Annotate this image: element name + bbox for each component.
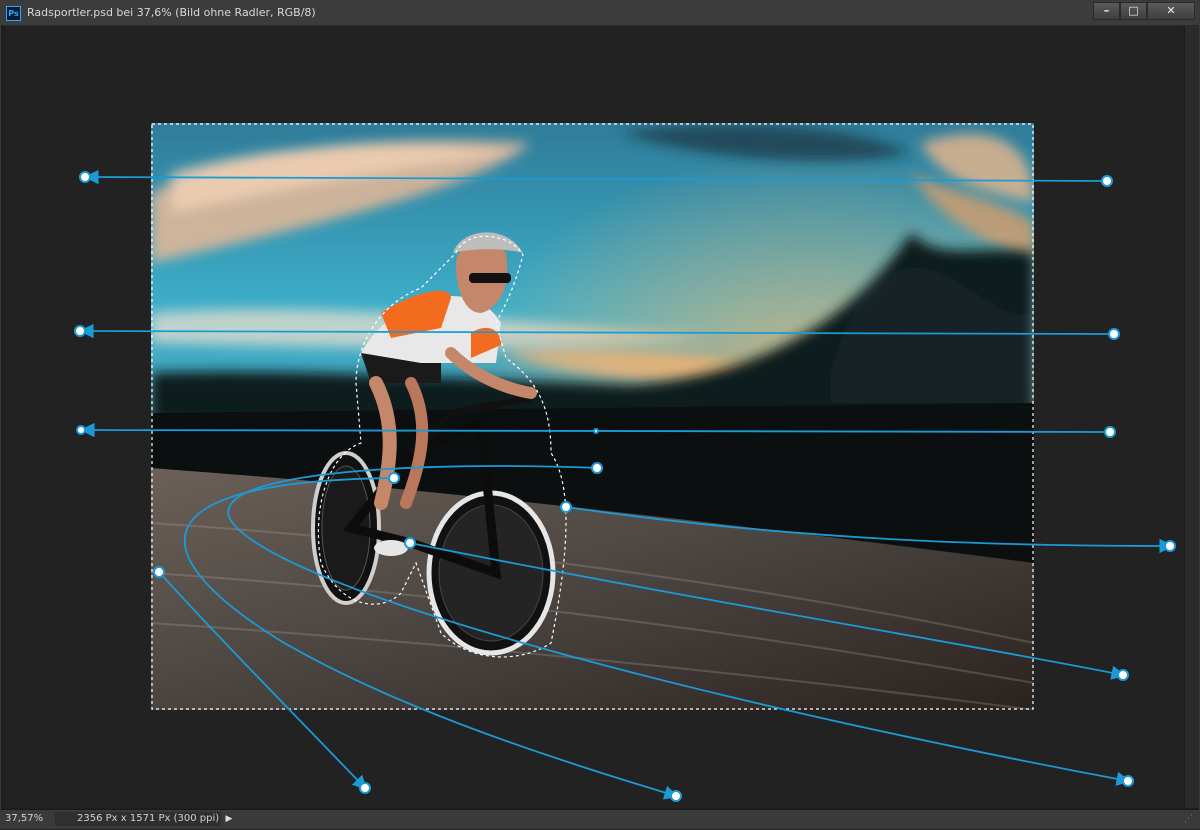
zoom-level-field[interactable]: 37,57%	[5, 812, 47, 826]
blur-pin[interactable]	[359, 782, 371, 794]
blur-pin[interactable]	[1117, 669, 1129, 681]
status-bar: 37,57% 2356 Px x 1571 Px (300 ppi) ▶ ⋰	[1, 809, 1199, 829]
blur-pin[interactable]	[1122, 775, 1134, 787]
blur-pin[interactable]	[74, 325, 86, 337]
blur-path-5[interactable]	[227, 465, 1131, 786]
blur-pin[interactable]	[591, 462, 603, 474]
blur-pin[interactable]	[404, 537, 416, 549]
blur-path-6[interactable]	[183, 477, 679, 800]
blur-pin[interactable]	[388, 472, 400, 484]
blur-pin[interactable]	[79, 171, 91, 183]
document-size-info[interactable]: 2356 Px x 1571 Px (300 ppi)	[55, 812, 221, 826]
blur-pin[interactable]	[1101, 175, 1113, 187]
blur-pin[interactable]	[1104, 426, 1116, 438]
resize-grip-icon[interactable]: ⋰	[1184, 813, 1196, 825]
blur-path-7[interactable]	[409, 542, 1126, 680]
blur-path-midpoint[interactable]	[593, 428, 599, 434]
blur-path-8[interactable]	[158, 571, 367, 791]
blur-pin-selected[interactable]	[76, 425, 86, 435]
blur-path-1[interactable]	[84, 169, 1108, 185]
blur-pin[interactable]	[1108, 328, 1120, 340]
path-blur-overlay	[74, 169, 1176, 802]
blur-pin[interactable]	[153, 566, 165, 578]
document-window: Ps Radsportler.psd bei 37,6% (Bild ohne …	[0, 0, 1200, 829]
blur-path-2[interactable]	[79, 323, 1115, 339]
blur-pin[interactable]	[1164, 540, 1176, 552]
blur-pin[interactable]	[670, 790, 682, 802]
status-menu-arrow-icon[interactable]: ▶	[223, 812, 235, 826]
blur-pin[interactable]	[560, 501, 572, 513]
blur-path-4[interactable]	[565, 506, 1174, 554]
